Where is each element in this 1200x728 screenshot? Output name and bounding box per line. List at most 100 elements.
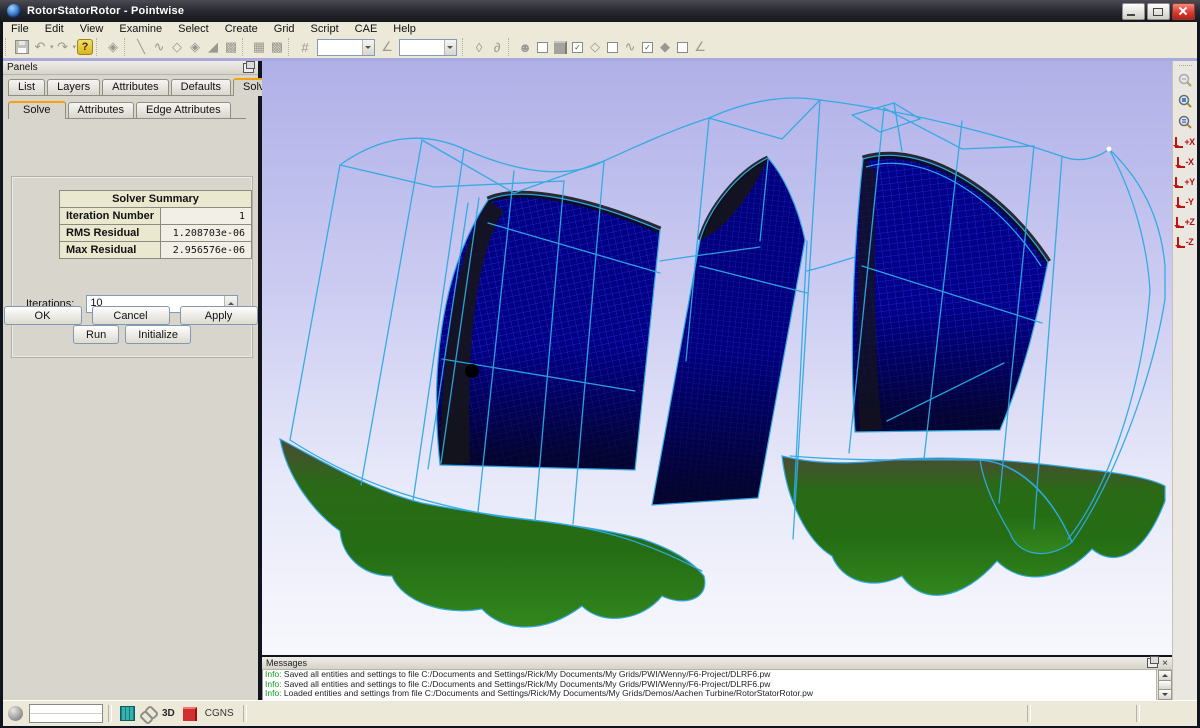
menu-file[interactable]: File: [3, 22, 37, 36]
menu-create[interactable]: Create: [217, 22, 266, 36]
undo-icon[interactable]: ↶: [31, 38, 49, 56]
view-plus-x-button[interactable]: +X: [1174, 132, 1197, 152]
menu-view[interactable]: View: [72, 22, 112, 36]
display-mask-icon[interactable]: ☻: [516, 38, 534, 56]
max-residual-value: 2.956576e-06: [161, 242, 252, 259]
pointwise-globe-icon: [7, 4, 21, 18]
create-connector-icon[interactable]: ╲: [132, 38, 150, 56]
apply-button[interactable]: Apply: [180, 306, 258, 325]
dimension-icon[interactable]: #: [296, 38, 314, 56]
ok-button[interactable]: OK: [4, 306, 82, 325]
title-bar[interactable]: RotorStatorRotor - Pointwise: [0, 0, 1200, 22]
derivative-icon[interactable]: ∂: [488, 38, 506, 56]
show-connectors-checkbox[interactable]: [607, 42, 618, 53]
solver-summary-title: Solver Summary: [60, 191, 252, 208]
main-toolbar: ↶▾ ↷▾ ? ◈ ╲ ∿ ◇ ◈ ◢ ▩ ▦ ▩ # ∠ ◊ ∂ ☻ ✓ ◇ …: [3, 36, 1197, 58]
solve-surface-icon[interactable]: ◊: [470, 38, 488, 56]
view-minus-z-button[interactable]: -Z: [1174, 232, 1197, 252]
toolbar-separator: [288, 38, 294, 56]
spacing-icon[interactable]: ∠: [378, 38, 396, 56]
toolbar-separator: [5, 38, 11, 56]
show-spacings-checkbox[interactable]: [677, 42, 688, 53]
view-minus-x-button[interactable]: -X: [1174, 152, 1197, 172]
menu-grid[interactable]: Grid: [266, 22, 303, 36]
spacing-combo[interactable]: [399, 39, 457, 56]
scroll-down-icon[interactable]: [1158, 689, 1172, 700]
panels-tab-bar: List Layers Attributes Defaults Solve: [8, 78, 254, 96]
restore-button[interactable]: [1147, 3, 1170, 20]
subtab-attributes[interactable]: Attributes: [68, 102, 134, 118]
unstructured-grid-icon[interactable]: ▩: [268, 38, 286, 56]
max-residual-label: Max Residual: [60, 242, 161, 259]
create-block-icon[interactable]: ▩: [222, 38, 240, 56]
app-window: RotorStatorRotor - Pointwise File Edit V…: [0, 0, 1200, 728]
zoom-out-icon[interactable]: [1175, 69, 1196, 90]
create-curve-icon[interactable]: ∿: [150, 38, 168, 56]
grid-mode-icon[interactable]: [120, 706, 135, 721]
menu-help[interactable]: Help: [385, 22, 424, 36]
statusbar-divider: [1136, 705, 1140, 722]
spacing-display-icon[interactable]: ∠: [691, 38, 709, 56]
run-button[interactable]: Run: [73, 325, 119, 344]
dimension-combo[interactable]: [317, 39, 375, 56]
domain-shaded-icon[interactable]: ◇: [586, 38, 604, 56]
zoom-to-fit-icon[interactable]: [1175, 90, 1196, 111]
viewport-3d-scene: [262, 61, 1172, 655]
view-plus-y-button[interactable]: +Y: [1174, 172, 1197, 192]
cae-solver-icon[interactable]: [183, 707, 197, 721]
help-icon[interactable]: ?: [76, 38, 94, 56]
show-domains-checkbox[interactable]: ✓: [572, 42, 583, 53]
connector-display-icon[interactable]: ∿: [621, 38, 639, 56]
minimize-button[interactable]: [1122, 3, 1145, 20]
float-messages-icon[interactable]: [1147, 658, 1158, 668]
solve-group-box: Solver Summary Iteration Number 1 RMS Re…: [11, 176, 253, 358]
tab-attributes[interactable]: Attributes: [102, 79, 168, 95]
subtab-solve[interactable]: Solve: [8, 101, 66, 119]
viewport-3d[interactable]: [262, 61, 1172, 655]
toolbar-separator: [242, 38, 248, 56]
messages-title: Messages: [266, 658, 307, 668]
panels-header[interactable]: Panels: [3, 61, 258, 75]
dimension-mode-label[interactable]: 3D: [162, 708, 175, 719]
view-minus-y-button[interactable]: -Y: [1174, 192, 1197, 212]
layers-icon[interactable]: ◈: [104, 38, 122, 56]
connector-mode-icon[interactable]: [141, 707, 155, 721]
cancel-button[interactable]: Cancel: [92, 306, 170, 325]
show-database-checkbox[interactable]: ✓: [642, 42, 653, 53]
show-blocks-checkbox[interactable]: [537, 42, 548, 53]
initialize-button[interactable]: Initialize: [125, 325, 191, 344]
float-panel-icon[interactable]: [243, 63, 254, 73]
menu-script[interactable]: Script: [303, 22, 347, 36]
panels-title: Panels: [7, 62, 38, 73]
create-structured-domain-icon[interactable]: ◈: [186, 38, 204, 56]
save-icon[interactable]: [13, 38, 31, 56]
zoom-actual-icon[interactable]: [1175, 111, 1196, 132]
selected-point[interactable]: [465, 364, 479, 378]
tab-layers[interactable]: Layers: [47, 79, 100, 95]
database-display-icon[interactable]: ◆: [656, 38, 674, 56]
messages-log[interactable]: Info: Saved all entities and settings to…: [262, 670, 1172, 701]
block-shaded-icon[interactable]: [551, 38, 569, 56]
tab-defaults[interactable]: Defaults: [171, 79, 231, 95]
combo-dropdown-icon: [362, 40, 374, 55]
close-button[interactable]: [1172, 3, 1195, 20]
menu-edit[interactable]: Edit: [37, 22, 72, 36]
create-surface-icon[interactable]: ◢: [204, 38, 222, 56]
solver-summary-table: Solver Summary Iteration Number 1 RMS Re…: [59, 190, 252, 259]
menu-cae[interactable]: CAE: [347, 22, 386, 36]
menu-select[interactable]: Select: [170, 22, 217, 36]
structured-grid-icon[interactable]: ▦: [250, 38, 268, 56]
menu-examine[interactable]: Examine: [111, 22, 170, 36]
statusbar-divider: [1027, 705, 1031, 722]
messages-scrollbar[interactable]: [1156, 670, 1171, 700]
toolbar-separator: [508, 38, 514, 56]
messages-header[interactable]: Messages ×: [262, 657, 1172, 670]
info-prefix: Info:: [265, 688, 282, 698]
close-messages-icon[interactable]: ×: [1162, 659, 1168, 668]
create-domain-icon[interactable]: ◇: [168, 38, 186, 56]
subtab-edge-attributes[interactable]: Edge Attributes: [136, 102, 231, 118]
cae-solver-label[interactable]: CGNS: [205, 708, 234, 719]
tab-list[interactable]: List: [8, 79, 45, 95]
redo-icon[interactable]: ↷: [54, 38, 72, 56]
view-plus-z-button[interactable]: +Z: [1174, 212, 1197, 232]
